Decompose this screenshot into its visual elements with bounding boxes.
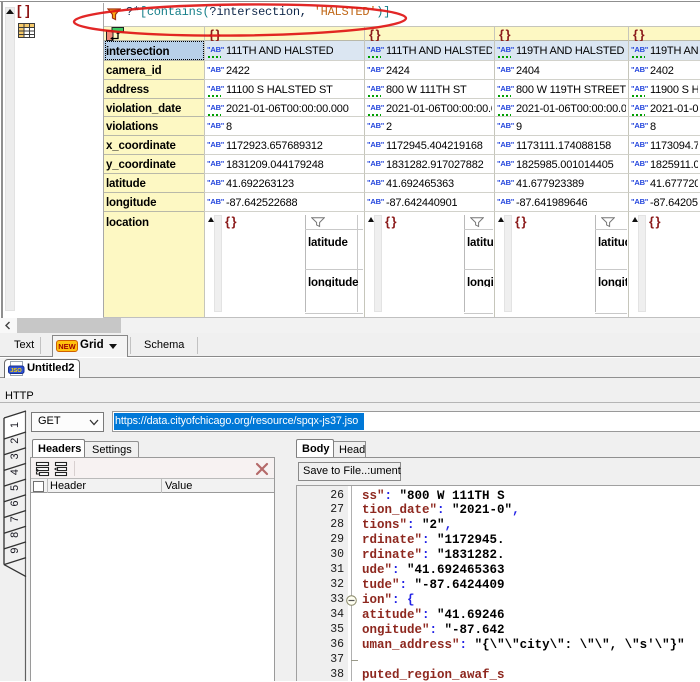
svg-text:4: 4 bbox=[9, 469, 21, 475]
svg-text:8: 8 bbox=[9, 532, 21, 538]
svg-text:2: 2 bbox=[9, 438, 21, 444]
svg-text:3: 3 bbox=[9, 453, 21, 459]
svg-text:6: 6 bbox=[9, 500, 21, 506]
svg-text:JSO: JSO bbox=[10, 368, 22, 374]
svg-text:9: 9 bbox=[9, 548, 21, 554]
svg-text:5: 5 bbox=[9, 485, 21, 491]
svg-text:7: 7 bbox=[9, 516, 21, 522]
svg-text:1: 1 bbox=[9, 422, 21, 428]
